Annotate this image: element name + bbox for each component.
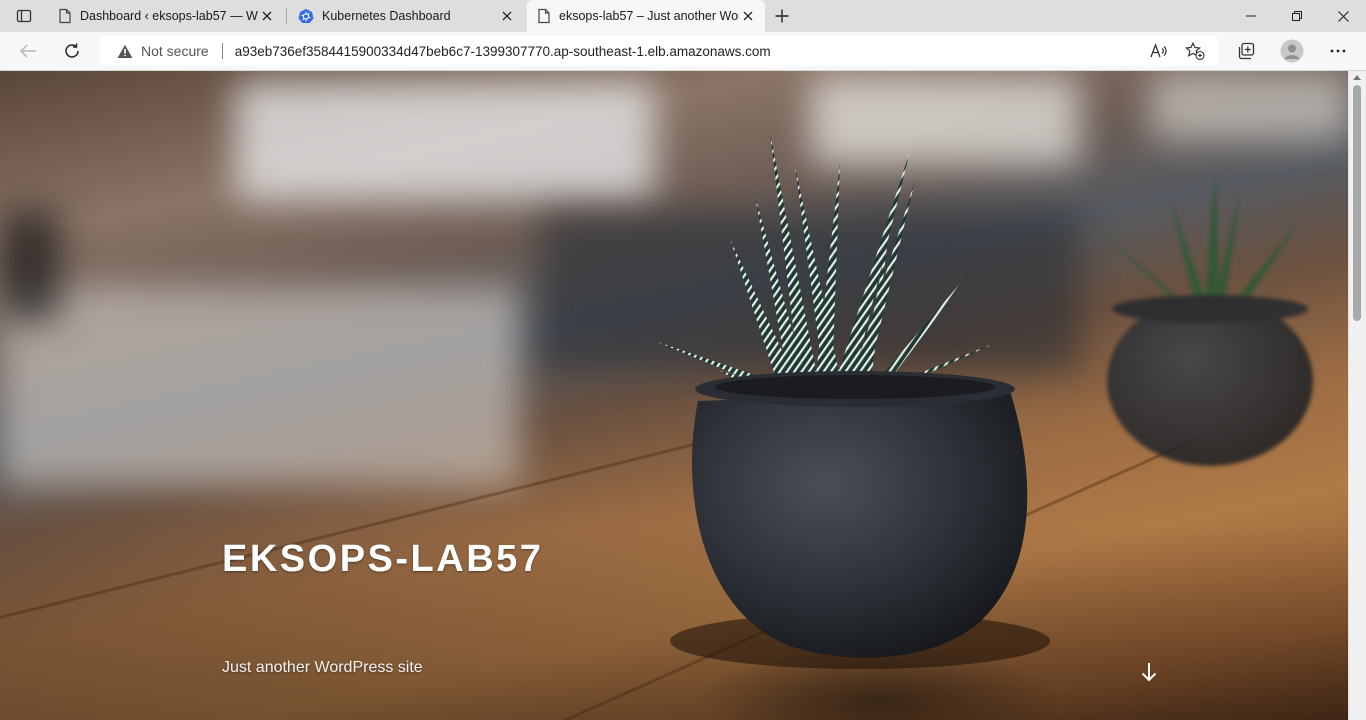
close-icon — [743, 11, 753, 21]
scroll-up-arrow-icon[interactable] — [1353, 75, 1361, 80]
close-icon — [1337, 10, 1349, 22]
tab-title: eksops-lab57 – Just another WordPress si… — [559, 9, 739, 23]
scroll-thumb[interactable] — [1353, 85, 1361, 321]
plus-icon — [775, 9, 789, 23]
restore-button[interactable] — [1274, 0, 1320, 32]
tab-close-button[interactable] — [739, 7, 757, 25]
tab-close-button[interactable] — [258, 7, 276, 25]
restore-icon — [1292, 11, 1302, 21]
address-bar[interactable]: Not secure a93eb736ef3584415900334d47beb… — [100, 36, 1218, 66]
site-tagline: Just another WordPress site — [222, 659, 423, 676]
close-icon — [502, 11, 512, 21]
url-text[interactable]: a93eb736ef3584415900334d47beb6c7-1399307… — [235, 44, 771, 59]
minimize-icon — [1246, 15, 1256, 17]
tab-separator — [286, 8, 287, 24]
page-icon — [59, 8, 71, 24]
collections-icon — [1238, 42, 1255, 60]
scroll-down-button[interactable] — [1138, 661, 1160, 683]
address-separator — [221, 43, 223, 59]
black-pot — [691, 371, 1028, 658]
settings-menu-button[interactable] — [1324, 37, 1352, 65]
read-aloud-button[interactable] — [1148, 40, 1170, 62]
succulent-leaves — [655, 133, 995, 393]
background-plant — [1090, 171, 1313, 466]
refresh-icon — [65, 43, 79, 58]
tab-actions-button[interactable] — [8, 4, 40, 28]
tab-title: Dashboard ‹ eksops-lab57 — WordPress — [80, 9, 258, 23]
arrow-down-icon — [1141, 663, 1157, 682]
add-favorite-button[interactable] — [1184, 40, 1206, 62]
close-window-button[interactable] — [1320, 0, 1366, 32]
new-tab-button[interactable] — [770, 4, 794, 28]
browser-toolbar: Not secure a93eb736ef3584415900334d47beb… — [0, 32, 1366, 71]
site-title[interactable]: EKSOPS-LAB57 — [222, 538, 543, 581]
star-add-icon — [1185, 42, 1205, 60]
collections-button[interactable] — [1232, 37, 1260, 65]
tab-eksops-site[interactable]: eksops-lab57 – Just another WordPress si… — [527, 0, 765, 32]
minimize-button[interactable] — [1228, 0, 1274, 32]
profile-button[interactable] — [1278, 37, 1306, 65]
read-aloud-icon — [1150, 43, 1167, 58]
tab-wordpress-dashboard[interactable]: Dashboard ‹ eksops-lab57 — WordPress — [48, 0, 284, 32]
kubernetes-icon — [298, 9, 314, 23]
tab-close-button[interactable] — [498, 7, 516, 25]
tab-kubernetes-dashboard[interactable]: Kubernetes Dashboard — [288, 0, 524, 32]
site-header-hero: EKSOPS-LAB57 Just another WordPress site — [0, 71, 1348, 720]
close-icon — [262, 11, 272, 21]
tab-actions-icon — [16, 9, 32, 23]
tab-title: Kubernetes Dashboard — [322, 9, 451, 23]
more-horizontal-icon — [1330, 49, 1346, 53]
refresh-button[interactable] — [58, 37, 86, 65]
security-status-label[interactable]: Not secure — [141, 43, 209, 59]
tab-strip: Dashboard ‹ eksops-lab57 — WordPress Kub… — [0, 0, 1366, 33]
back-button[interactable] — [14, 37, 42, 65]
page-icon — [538, 8, 550, 24]
security-warning-icon[interactable] — [117, 44, 133, 59]
back-arrow-icon — [19, 44, 36, 58]
succulent-photo — [655, 133, 1313, 669]
page-scrollbar[interactable] — [1348, 71, 1366, 720]
avatar-icon — [1280, 39, 1304, 63]
